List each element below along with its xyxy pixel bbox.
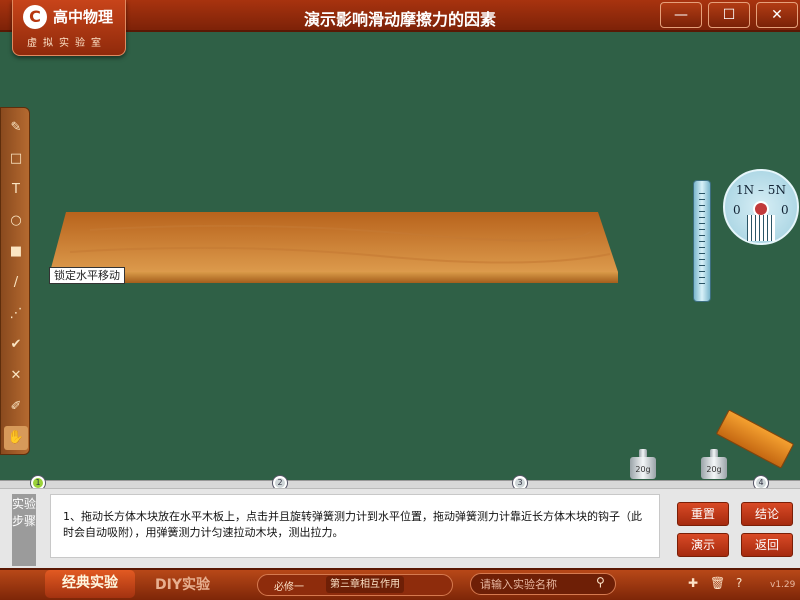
instruction-text: 1、拖动长方体木块放在水平木板上，点击并且旋转弹簧测力计到水平位置，拖动弹簧测力… [50,494,660,558]
text-icon[interactable]: T [4,178,28,202]
back-button[interactable]: 返回 [741,533,793,557]
help-icon[interactable]: ? [736,576,742,590]
logo-title: 高中物理 [53,8,114,26]
check-icon[interactable]: ✔ [4,333,28,357]
color-swatch-icon[interactable]: ■ [4,240,28,264]
pencil-icon[interactable]: ✎ [4,116,28,140]
conclusion-button[interactable]: 结论 [741,502,793,526]
spring-scale[interactable] [693,180,711,302]
page-title: 演示影响滑动摩擦力的因素 [303,10,496,29]
dashed-line-icon[interactable]: ⋰ [4,302,28,326]
reset-button[interactable]: 重置 [677,502,729,526]
filter-chapter[interactable]: 第三章相互作用 [326,576,404,593]
wooden-block[interactable] [715,409,795,469]
drawing-toolbar: ✎ □ T ○ ■ / ⋰ ✔ ✕ ✐ ✋ [0,107,30,455]
weight-label: 20g [706,465,722,474]
search-input[interactable] [480,576,590,592]
trash-icon[interactable]: 🗑 [710,576,725,590]
logo-subtitle: 虚拟实验室 [27,38,107,49]
circle-icon[interactable]: ○ [4,209,28,233]
share-icon[interactable]: ✚ [688,576,698,590]
brush-icon[interactable]: ✐ [4,395,28,419]
search-icon[interactable]: ⚲ [596,575,610,589]
eraser-x-icon[interactable]: ✕ [4,364,28,388]
steps-tab[interactable]: 实验步骤 [12,494,36,566]
spring-scale-ticks [699,193,705,289]
scale-zero-left: 0 [733,203,741,217]
magnet-logo-icon: C [23,5,47,29]
filter-book[interactable]: 必修一 [274,578,304,593]
scale-range-label: 1N – 5N [736,183,786,197]
weight-label: 20g [635,465,651,474]
step-timeline [0,480,800,488]
line-icon[interactable]: / [4,271,28,295]
weight-20g[interactable]: 20g [701,449,727,479]
weight-20g[interactable]: 20g [630,449,656,479]
scale-graduation [747,215,775,241]
lock-horizontal-label[interactable]: 锁定水平移动 [49,267,125,284]
maximize-button[interactable]: ☐ [708,2,750,28]
app-logo: C 高中物理 虚拟实验室 [12,0,126,56]
scale-zero-right: 0 [781,203,789,217]
close-button[interactable]: ✕ [756,2,798,28]
wooden-board[interactable] [50,212,618,274]
board-front-edge [50,272,618,283]
version-label: v1.29 [770,580,796,590]
hand-icon[interactable]: ✋ [4,426,28,450]
minimize-button[interactable]: — [660,2,702,28]
spring-scale-zoom: 1N – 5N 0 0 [723,169,799,245]
demo-button[interactable]: 演示 [677,533,729,557]
tab-diy-experiments[interactable]: DIY实验 [155,574,210,594]
rectangle-icon[interactable]: □ [4,147,28,171]
tab-classic-experiments[interactable]: 经典实验 [45,570,135,598]
